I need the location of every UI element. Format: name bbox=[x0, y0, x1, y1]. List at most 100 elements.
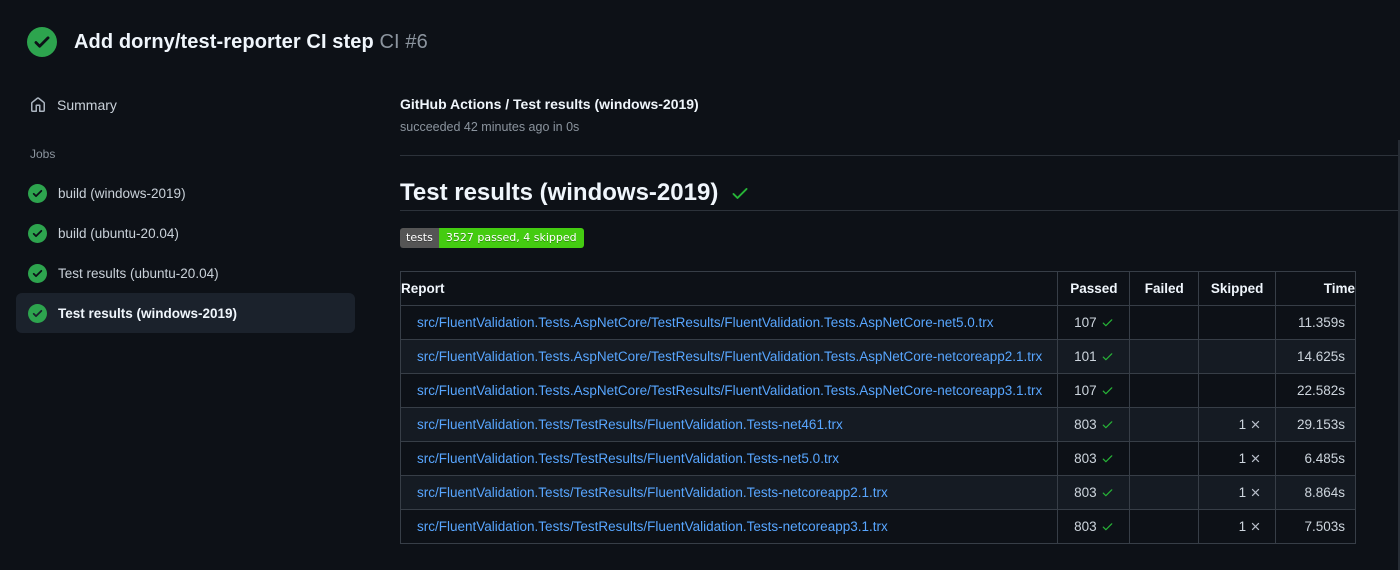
passed-cell: 107 bbox=[1057, 305, 1131, 340]
report-cell: src/FluentValidation.Tests.AspNetCore/Te… bbox=[399, 373, 1059, 408]
check-icon bbox=[1102, 319, 1113, 327]
time-cell: 14.625s bbox=[1275, 339, 1356, 374]
report-link[interactable]: src/FluentValidation.Tests.AspNetCore/Te… bbox=[417, 349, 1042, 364]
report-cell: src/FluentValidation.Tests/TestResults/F… bbox=[399, 407, 1059, 442]
sidebar-item-job[interactable]: Test results (windows-2019) bbox=[16, 293, 355, 333]
job-label: build (windows-2019) bbox=[58, 185, 186, 201]
summary-label: Summary bbox=[57, 97, 117, 113]
table-header-row: Report Passed Failed Skipped Time bbox=[399, 271, 1356, 306]
divider bbox=[400, 155, 1400, 156]
test-results-table: Report Passed Failed Skipped Time src/Fl… bbox=[399, 271, 1356, 544]
report-link[interactable]: src/FluentValidation.Tests/TestResults/F… bbox=[417, 485, 888, 500]
time-cell: 6.485s bbox=[1275, 441, 1356, 476]
table-row: src/FluentValidation.Tests.AspNetCore/Te… bbox=[399, 373, 1356, 408]
report-cell: src/FluentValidation.Tests.AspNetCore/Te… bbox=[399, 305, 1059, 340]
skipped-count: 1 bbox=[1238, 485, 1247, 500]
skipped-cell bbox=[1198, 339, 1277, 374]
badge-value: 3527 passed, 4 skipped bbox=[438, 228, 584, 248]
column-header-passed: Passed bbox=[1057, 271, 1131, 306]
job-label: Test results (ubuntu-20.04) bbox=[58, 265, 219, 281]
sidebar-item-job[interactable]: build (ubuntu-20.04) bbox=[16, 213, 355, 253]
check-circle-icon bbox=[28, 263, 47, 283]
time-cell: 11.359s bbox=[1275, 305, 1356, 340]
job-title: GitHub Actions / Test results (windows-2… bbox=[400, 96, 699, 112]
sidebar-item-job[interactable]: Test results (ubuntu-20.04) bbox=[16, 253, 355, 293]
table-row: src/FluentValidation.Tests/TestResults/F… bbox=[399, 407, 1356, 442]
skipped-count: 1 bbox=[1238, 519, 1247, 534]
check-icon bbox=[1102, 523, 1113, 531]
passed-count: 803 bbox=[1074, 451, 1097, 466]
skipped-cell: 1 bbox=[1198, 475, 1277, 510]
report-cell: src/FluentValidation.Tests/TestResults/F… bbox=[399, 441, 1059, 476]
failed-cell bbox=[1129, 441, 1200, 476]
skipped-cell: 1 bbox=[1198, 407, 1277, 442]
report-cell: src/FluentValidation.Tests/TestResults/F… bbox=[399, 509, 1059, 544]
job-status-text: succeeded 42 minutes ago in 0s bbox=[400, 120, 580, 134]
run-number: CI #6 bbox=[379, 30, 428, 53]
failed-cell bbox=[1129, 339, 1200, 374]
passed-count: 107 bbox=[1074, 315, 1097, 330]
time-cell: 7.503s bbox=[1275, 509, 1356, 544]
x-icon bbox=[1251, 454, 1260, 463]
job-label: Test results (windows-2019) bbox=[58, 305, 238, 321]
check-icon bbox=[732, 188, 748, 199]
check-icon bbox=[1102, 421, 1113, 429]
jobs-list: build (windows-2019) build (ubuntu-20.04)… bbox=[16, 173, 355, 333]
check-icon bbox=[1102, 353, 1113, 361]
failed-cell bbox=[1129, 407, 1200, 442]
passed-cell: 803 bbox=[1057, 475, 1131, 510]
passed-cell: 803 bbox=[1057, 407, 1131, 442]
passed-count: 803 bbox=[1074, 519, 1097, 534]
check-circle-icon bbox=[28, 183, 47, 203]
time-cell: 8.864s bbox=[1275, 475, 1356, 510]
failed-cell bbox=[1129, 373, 1200, 408]
report-link[interactable]: src/FluentValidation.Tests.AspNetCore/Te… bbox=[417, 383, 1042, 398]
passed-cell: 803 bbox=[1057, 509, 1131, 544]
x-icon bbox=[1251, 522, 1260, 531]
column-header-skipped: Skipped bbox=[1198, 271, 1277, 306]
sidebar-item-job[interactable]: build (windows-2019) bbox=[16, 173, 355, 213]
section-heading-text: Test results (windows-2019) bbox=[400, 179, 719, 206]
divider bbox=[400, 210, 1400, 211]
skipped-cell: 1 bbox=[1198, 509, 1277, 544]
run-header: Add dorny/test-reporter CI step CI #6 bbox=[27, 27, 428, 57]
home-icon bbox=[31, 97, 45, 112]
report-link[interactable]: src/FluentValidation.Tests/TestResults/F… bbox=[417, 451, 839, 466]
report-link[interactable]: src/FluentValidation.Tests/TestResults/F… bbox=[417, 519, 888, 534]
job-label: build (ubuntu-20.04) bbox=[58, 225, 179, 241]
column-header-time: Time bbox=[1275, 271, 1356, 306]
column-header-failed: Failed bbox=[1129, 271, 1200, 306]
failed-cell bbox=[1129, 475, 1200, 510]
table-row: src/FluentValidation.Tests/TestResults/F… bbox=[399, 441, 1356, 476]
sidebar-item-summary[interactable]: Summary bbox=[16, 88, 355, 122]
section-heading: Test results (windows-2019) bbox=[400, 180, 750, 206]
passed-count: 107 bbox=[1074, 383, 1097, 398]
check-icon bbox=[1102, 489, 1113, 497]
table-row: src/FluentValidation.Tests.AspNetCore/Te… bbox=[399, 339, 1356, 374]
run-title: Add dorny/test-reporter CI step CI #6 bbox=[74, 31, 428, 54]
tests-badge: tests 3527 passed, 4 skipped bbox=[400, 228, 584, 248]
passed-cell: 101 bbox=[1057, 339, 1131, 374]
jobs-heading: Jobs bbox=[30, 147, 56, 161]
skipped-cell bbox=[1198, 305, 1277, 340]
failed-cell bbox=[1129, 305, 1200, 340]
passed-cell: 107 bbox=[1057, 373, 1131, 408]
passed-count: 101 bbox=[1074, 349, 1097, 364]
main-content: GitHub Actions / Test results (windows-2… bbox=[399, 85, 1400, 570]
skipped-cell: 1 bbox=[1198, 441, 1277, 476]
run-title-text: Add dorny/test-reporter CI step bbox=[74, 30, 374, 53]
table-row: src/FluentValidation.Tests/TestResults/F… bbox=[399, 475, 1356, 510]
passed-count: 803 bbox=[1074, 417, 1097, 432]
report-link[interactable]: src/FluentValidation.Tests.AspNetCore/Te… bbox=[417, 315, 994, 330]
passed-cell: 803 bbox=[1057, 441, 1131, 476]
time-cell: 22.582s bbox=[1275, 373, 1356, 408]
x-icon bbox=[1251, 420, 1260, 429]
report-link[interactable]: src/FluentValidation.Tests/TestResults/F… bbox=[417, 417, 843, 432]
x-icon bbox=[1251, 488, 1260, 497]
time-cell: 29.153s bbox=[1275, 407, 1356, 442]
report-cell: src/FluentValidation.Tests/TestResults/F… bbox=[399, 475, 1059, 510]
check-circle-icon bbox=[28, 223, 47, 243]
check-circle-icon bbox=[28, 303, 47, 323]
sidebar: Summary Jobs build (windows-2019) build (… bbox=[0, 85, 400, 333]
badge-label: tests bbox=[400, 228, 439, 248]
